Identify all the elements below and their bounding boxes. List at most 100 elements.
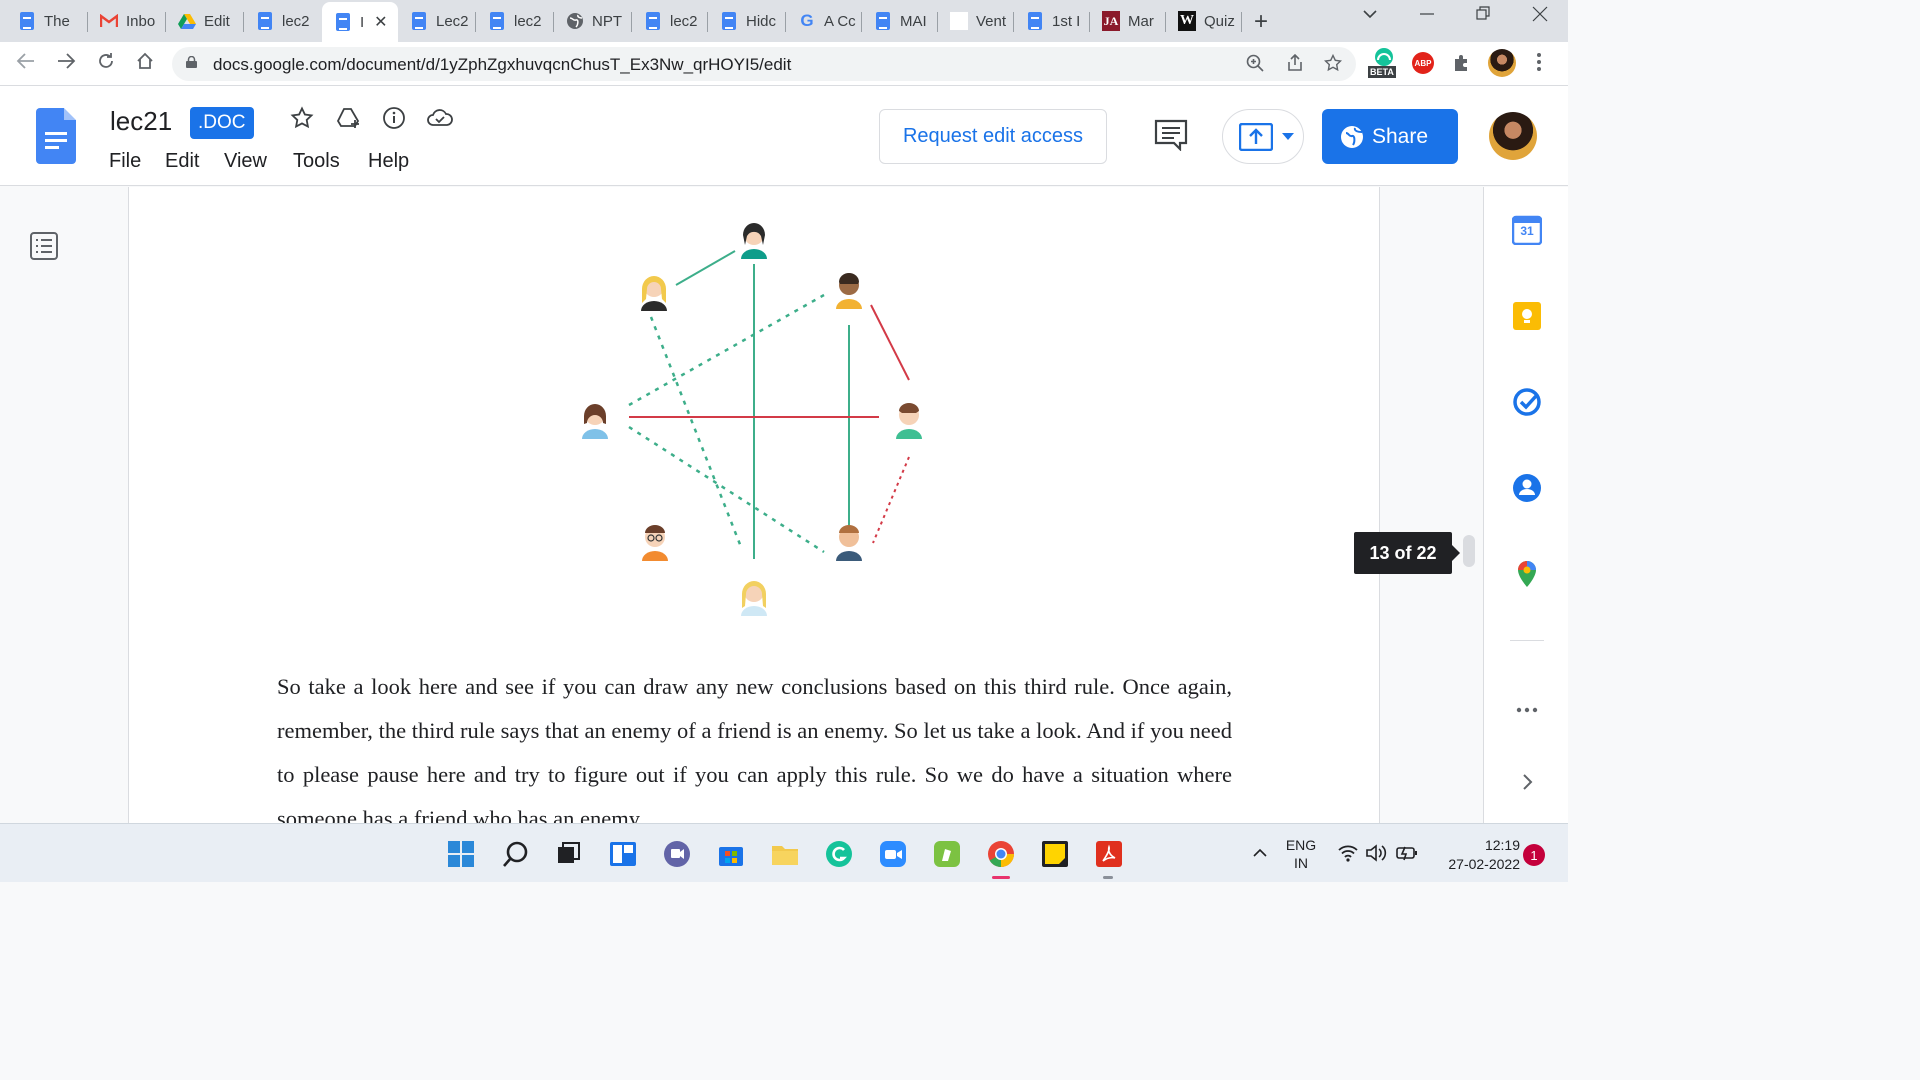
globe-icon [566, 12, 584, 30]
menu-help[interactable]: Help [368, 150, 409, 173]
share-page-icon[interactable] [1286, 53, 1304, 77]
browser-tab[interactable]: The [6, 4, 88, 38]
browser-tab[interactable]: Inbo [88, 4, 166, 38]
zoom-icon[interactable] [1246, 54, 1264, 77]
volume-icon[interactable] [1366, 844, 1388, 867]
tab-strip: The Inbo Edit lec2 I ✕ Lec2 lec2 NPT lec2… [0, 0, 1568, 42]
account-avatar[interactable] [1489, 112, 1537, 160]
keep-icon[interactable] [1512, 301, 1542, 331]
browser-tab[interactable]: Vent [938, 4, 1014, 38]
docs-icon [256, 12, 274, 30]
w-logo-icon: W [1178, 11, 1196, 31]
tasks-icon[interactable] [1512, 387, 1542, 417]
person-woman-long-blonde-icon [741, 581, 767, 616]
battery-icon[interactable] [1396, 844, 1418, 867]
microsoft-store-icon[interactable] [717, 840, 745, 868]
browser-tab[interactable]: lec2 [244, 4, 322, 38]
browser-tab[interactable]: Edit [166, 4, 244, 38]
globe-icon [1341, 125, 1363, 148]
browser-tab[interactable]: Lec2 [398, 4, 476, 38]
docs-logo-icon[interactable] [36, 108, 76, 164]
reload-icon[interactable] [96, 51, 116, 77]
file-format-badge: .DOC [190, 107, 254, 139]
clock[interactable]: 12:19 27-02-2022 [1426, 836, 1520, 874]
close-window-icon[interactable] [1532, 6, 1548, 27]
active-app-indicator [992, 876, 1010, 879]
acrobat-reader-icon[interactable] [1095, 840, 1123, 868]
extensions-puzzle-icon[interactable] [1452, 53, 1472, 78]
browser-tab[interactable]: lec2 [476, 4, 554, 38]
person-man-blue-shirt-icon [836, 525, 862, 561]
show-side-panel-chevron-icon[interactable] [1512, 767, 1542, 797]
browser-menu-icon[interactable] [1536, 52, 1542, 77]
language-indicator[interactable]: ENG IN [1284, 836, 1318, 872]
calendar-icon[interactable]: 31 [1511, 215, 1543, 246]
request-edit-access-button[interactable]: Request edit access [879, 109, 1107, 164]
dropdown-arrow-icon [1282, 133, 1294, 140]
menu-file[interactable]: File [109, 150, 141, 173]
restore-icon[interactable] [1476, 6, 1490, 27]
widgets-icon[interactable] [609, 840, 637, 868]
maps-icon[interactable] [1512, 559, 1542, 589]
docs-icon [874, 12, 892, 30]
browser-tab[interactable]: Hidc [708, 4, 786, 38]
windows-taskbar: ENG IN 12:19 27-02-2022 1 [0, 823, 1568, 882]
file-explorer-icon[interactable] [771, 840, 799, 868]
notes-app-icon[interactable] [933, 840, 961, 868]
forward-icon[interactable] [56, 51, 76, 77]
docs-icon [644, 12, 662, 30]
friend-edge [675, 250, 736, 286]
search-icon[interactable] [502, 840, 530, 868]
friend-edge-dashed [649, 316, 743, 548]
document-outline-icon[interactable] [30, 232, 58, 265]
chrome-icon[interactable] [987, 840, 1015, 868]
add-shortcut-drive-icon[interactable] [336, 106, 362, 136]
menu-tools[interactable]: Tools [293, 150, 340, 173]
teams-chat-icon[interactable] [663, 840, 691, 868]
tab-search-icon[interactable] [1362, 6, 1378, 27]
close-tab-icon[interactable]: ✕ [374, 12, 387, 32]
browser-tab[interactable]: JA Mar [1090, 4, 1166, 38]
menu-edit[interactable]: Edit [165, 150, 199, 173]
sticky-notes-icon[interactable] [1041, 840, 1069, 868]
present-upload-icon [1239, 123, 1273, 151]
browser-tab[interactable]: 1st I [1014, 4, 1090, 38]
browser-tab[interactable]: GA Cc [786, 4, 862, 38]
document-title[interactable]: lec21 [110, 106, 172, 137]
contacts-icon[interactable] [1512, 473, 1542, 503]
task-view-icon[interactable] [555, 840, 583, 868]
comments-icon[interactable] [1154, 119, 1188, 156]
share-button[interactable]: Share [1322, 109, 1458, 164]
address-bar[interactable]: docs.google.com/document/d/1yZphZgxhuvqc… [172, 47, 1356, 81]
browser-profile-avatar[interactable] [1488, 49, 1516, 77]
more-apps-icon[interactable] [1512, 695, 1542, 725]
drive-icon [178, 12, 196, 30]
browser-tab[interactable]: MAI [862, 4, 938, 38]
start-button-icon[interactable] [447, 840, 475, 868]
info-icon[interactable] [382, 106, 406, 136]
cloud-saved-icon[interactable] [426, 106, 454, 136]
browser-tab[interactable]: lec2 [632, 4, 708, 38]
friend-edge-dashed [628, 293, 825, 407]
bookmark-star-icon[interactable] [1323, 53, 1343, 77]
present-button[interactable] [1222, 109, 1304, 164]
back-icon[interactable] [16, 51, 36, 77]
menu-view[interactable]: View [224, 150, 267, 173]
scrollbar-thumb[interactable] [1463, 535, 1475, 567]
grammarly-beta-extension-icon[interactable]: BETA [1368, 48, 1400, 78]
zoom-app-icon[interactable] [879, 840, 907, 868]
star-icon[interactable] [290, 106, 314, 136]
home-icon[interactable] [135, 51, 155, 77]
wifi-icon[interactable] [1338, 844, 1358, 867]
new-tab-icon[interactable]: + [1254, 8, 1268, 36]
adblock-extension-icon[interactable]: ABP [1412, 52, 1434, 74]
grammarly-icon[interactable] [825, 840, 853, 868]
browser-tab-active[interactable]: I ✕ [322, 2, 398, 42]
browser-tab[interactable]: NPT [554, 4, 632, 38]
notification-count-badge[interactable]: 1 [1523, 844, 1545, 866]
document-body-text: So take a look here and see if you can d… [277, 674, 1232, 823]
tray-overflow-chevron-icon[interactable] [1252, 846, 1268, 864]
minimize-icon[interactable] [1420, 6, 1434, 27]
document-page[interactable]: So take a look here and see if you can d… [128, 187, 1380, 823]
browser-tab[interactable]: W Quiz [1166, 4, 1242, 38]
